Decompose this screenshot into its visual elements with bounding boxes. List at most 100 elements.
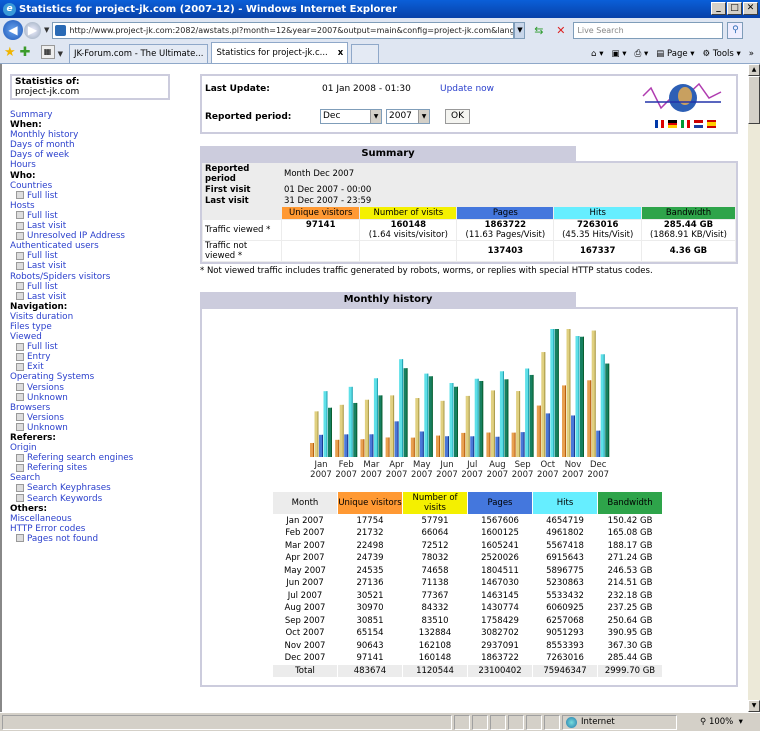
status-bar: Internet ⚲ 100% ▾ <box>0 712 760 731</box>
maximize-button[interactable]: □ <box>727 2 742 15</box>
url-field[interactable]: http://www.project-jk.com:2082/awstats.p… <box>52 21 515 39</box>
sidebar-item-search[interactable]: Search <box>10 473 200 483</box>
vertical-scrollbar[interactable]: ▲ ▼ <box>748 64 760 712</box>
tab-statistics[interactable]: Statistics for project-jk.c... x <box>211 42 349 63</box>
sidebar-item-last-visit[interactable]: Last visit <box>10 292 200 302</box>
home-icon[interactable]: ⌂ ▾ <box>591 49 603 59</box>
sidebar-item-exit[interactable]: Exit <box>10 362 200 372</box>
sidebar-item-countries[interactable]: Countries <box>10 181 200 191</box>
sidebar-item-unknown[interactable]: Unknown <box>10 423 200 433</box>
bar-shade <box>468 395 470 457</box>
bar-shade <box>338 439 340 457</box>
ok-button[interactable]: OK <box>445 109 470 124</box>
month-select[interactable]: Dec ▼ <box>320 109 382 124</box>
search-input[interactable]: Live Search <box>573 21 724 39</box>
scroll-down-icon[interactable]: ▼ <box>748 700 760 712</box>
sidebar-item-browsers[interactable]: Browsers <box>10 403 200 413</box>
sidebar-item-refering-sites[interactable]: Refering sites <box>10 463 200 473</box>
total-row: Total 483674 1120544 23100402 75946347 2999.7… <box>273 665 662 677</box>
last-visit-value: 31 Dec 2007 - 23:59 <box>284 196 372 206</box>
x-tick-label: 2007 <box>386 470 408 479</box>
close-tab-icon[interactable]: x <box>338 48 343 58</box>
sidebar-item-summary[interactable]: Summary <box>10 110 200 120</box>
sidebar-item-refering-search-engines[interactable]: Refering search engines <box>10 453 200 463</box>
sidebar-item-files-type[interactable]: Files type <box>10 322 200 332</box>
reported-period-label: Reported period <box>205 164 250 184</box>
favorites-icon[interactable]: ★ <box>4 45 16 60</box>
sidebar-item-pages-not-found[interactable]: Pages not found <box>10 534 200 544</box>
year-select[interactable]: 2007 ▼ <box>386 109 430 124</box>
x-tick-label: Jul <box>466 460 477 470</box>
update-now-link[interactable]: Update now <box>440 84 494 94</box>
sidebar-item-origin[interactable]: Origin <box>10 443 200 453</box>
print-icon[interactable]: ⎙ ▾ <box>634 49 648 59</box>
sidebar-item-http-error-codes[interactable]: HTTP Error codes <box>10 524 200 534</box>
sidebar-item-robots-spiders-visitors[interactable]: Robots/Spiders visitors <box>10 272 200 282</box>
more-chevron-icon[interactable]: » <box>749 49 754 59</box>
sidebar-item-days-of-week[interactable]: Days of week <box>10 150 200 160</box>
sidebar-item-unresolved-ip-address[interactable]: Unresolved IP Address <box>10 231 200 241</box>
search-button[interactable]: ⚲ <box>727 21 744 39</box>
tools-menu-button[interactable]: ⚙ Tools ▾ <box>703 49 741 59</box>
sidebar-item-days-of-month[interactable]: Days of month <box>10 140 200 150</box>
x-tick-label: 2007 <box>310 470 332 479</box>
scroll-up-icon[interactable]: ▲ <box>748 64 760 76</box>
zoom-level-button[interactable]: ⚲ 100% ▾ <box>697 717 757 727</box>
sidebar-item-versions[interactable]: Versions <box>10 383 200 393</box>
minimize-button[interactable]: _ <box>711 2 726 15</box>
history-dropdown-icon[interactable]: ▼ <box>44 26 49 34</box>
sidebar-item-full-list[interactable]: Full list <box>10 191 200 201</box>
window-titlebar: e Statistics for project-jk.com (2007-12… <box>0 0 760 18</box>
sidebar-item-operating-systems[interactable]: Operating Systems <box>10 372 200 382</box>
sidebar-item-full-list[interactable]: Full list <box>10 251 200 261</box>
table-row: Sep 2007 30851 83510 1758429 6257068 250.64 G… <box>284 615 653 626</box>
sidebar-item-unknown[interactable]: Unknown <box>10 393 200 403</box>
last-update-label: Last Update: <box>205 84 270 94</box>
monthly-history-header: Monthly history <box>200 292 576 307</box>
sidebar-item-entry[interactable]: Entry <box>10 352 200 362</box>
first-visit-label: First visit <box>205 185 251 195</box>
sidebar-item-last-visit[interactable]: Last visit <box>10 221 200 231</box>
sidebar-item-full-list[interactable]: Full list <box>10 342 200 352</box>
table-row: Oct 2007 65154 132884 3082702 9051293 390.95 … <box>285 628 653 639</box>
col-visits: Number of visits <box>403 492 467 514</box>
bar-shade <box>502 371 504 457</box>
sidebar-item-search-keywords[interactable]: Search Keywords <box>10 494 200 504</box>
url-dropdown-button[interactable]: ▼ <box>514 21 526 39</box>
back-button[interactable]: ◀ <box>3 20 23 40</box>
tab-jk-forum[interactable]: JK-Forum.com - The Ultimate... <box>68 44 209 63</box>
bar-shade <box>464 432 466 457</box>
sidebar-item-full-list[interactable]: Full list <box>10 282 200 292</box>
sidebar-item-search-keyphrases[interactable]: Search Keyphrases <box>10 483 200 493</box>
table-row: Feb 2007 21732 66064 1600125 4961802 165.08 G… <box>285 528 653 539</box>
sidebar-item-last-visit[interactable]: Last visit <box>10 261 200 271</box>
new-tab-button[interactable] <box>351 44 380 63</box>
bar-shade <box>422 431 424 457</box>
sidebar-item-miscellaneous[interactable]: Miscellaneous <box>10 514 200 524</box>
sidebar-item-authenticated-users[interactable]: Authenticated users <box>10 241 200 251</box>
sidebar-item-versions[interactable]: Versions <box>10 413 200 423</box>
stop-icon[interactable]: ✕ <box>552 22 569 39</box>
sidebar-item-visits-duration[interactable]: Visits duration <box>10 312 200 322</box>
sidebar-item-hours[interactable]: Hours <box>10 160 200 170</box>
page-menu-button[interactable]: ▤ Page ▾ <box>656 49 694 59</box>
tab-list-dropdown-icon[interactable]: ▼ <box>58 50 63 58</box>
x-tick-label: Dec <box>590 460 607 470</box>
add-favorite-icon[interactable]: ✚ <box>20 45 31 60</box>
feeds-icon[interactable]: ▣ ▾ <box>611 49 626 59</box>
quick-tabs-icon[interactable]: ▦ <box>40 45 55 59</box>
x-tick-label: 2007 <box>436 470 458 479</box>
bar-shade <box>557 329 559 457</box>
forward-button[interactable]: ▶ <box>24 21 41 39</box>
main-content: Last Update: 01 Jan 2008 - 01:30 Update … <box>200 74 738 687</box>
sidebar-item-viewed[interactable]: Viewed <box>10 332 200 342</box>
bar-shade <box>448 436 449 457</box>
window-title: Statistics for project-jk.com (2007-12) … <box>19 3 398 15</box>
sidebar-item-monthly-history[interactable]: Monthly history <box>10 130 200 140</box>
sidebar-item-full-list[interactable]: Full list <box>10 211 200 221</box>
refresh-icon[interactable]: ⇆ <box>530 22 547 39</box>
scroll-thumb[interactable] <box>748 76 760 124</box>
bar-shade <box>473 436 475 457</box>
close-window-button[interactable]: ✕ <box>743 2 758 15</box>
sidebar-item-hosts[interactable]: Hosts <box>10 201 200 211</box>
